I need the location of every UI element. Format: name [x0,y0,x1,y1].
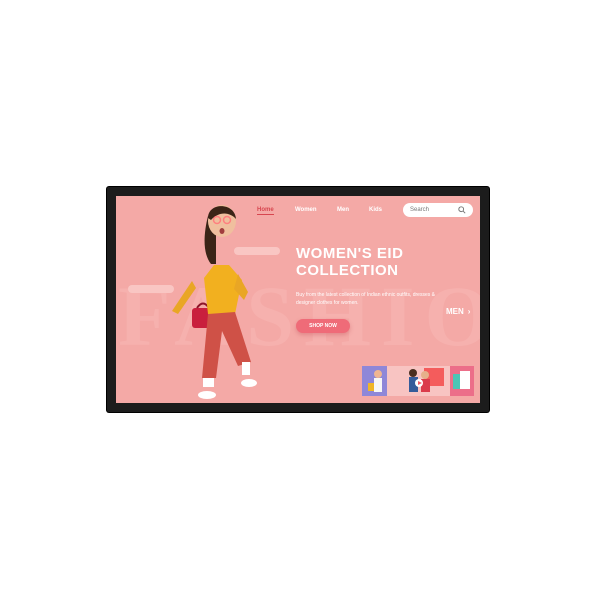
nav-kids[interactable]: Kids [369,207,382,213]
gifts-image [450,366,474,396]
search-input[interactable]: Search [403,203,473,217]
thumb-couple[interactable] [387,366,451,396]
nav-home[interactable]: Home [257,207,274,215]
shop-now-button[interactable]: SHOP NOW [296,319,350,333]
nav-men[interactable]: Men [337,207,349,213]
search-icon[interactable] [458,206,466,214]
hero-title-line2: COLLECTION [296,262,399,279]
next-category-link[interactable]: MEN › [446,307,470,316]
next-category-label: MEN [446,307,464,316]
search-placeholder: Search [410,207,430,213]
thumb-shopping[interactable] [362,366,388,396]
hero-description: Buy from the latest collection of Indian… [296,292,435,306]
shopping-image [362,366,388,396]
hero-title: WOMEN'S EID COLLECTION [296,245,403,279]
hero-title-line1: WOMEN'S EID [296,245,404,262]
model-image [172,205,257,399]
chevron-right-icon: › [467,307,471,316]
thumb-gifts[interactable] [450,366,474,396]
nav-women[interactable]: Women [295,207,317,213]
website-screen: FASHION Home Women Men Kids Search WOMEN… [116,196,480,403]
couple-image [387,366,451,396]
